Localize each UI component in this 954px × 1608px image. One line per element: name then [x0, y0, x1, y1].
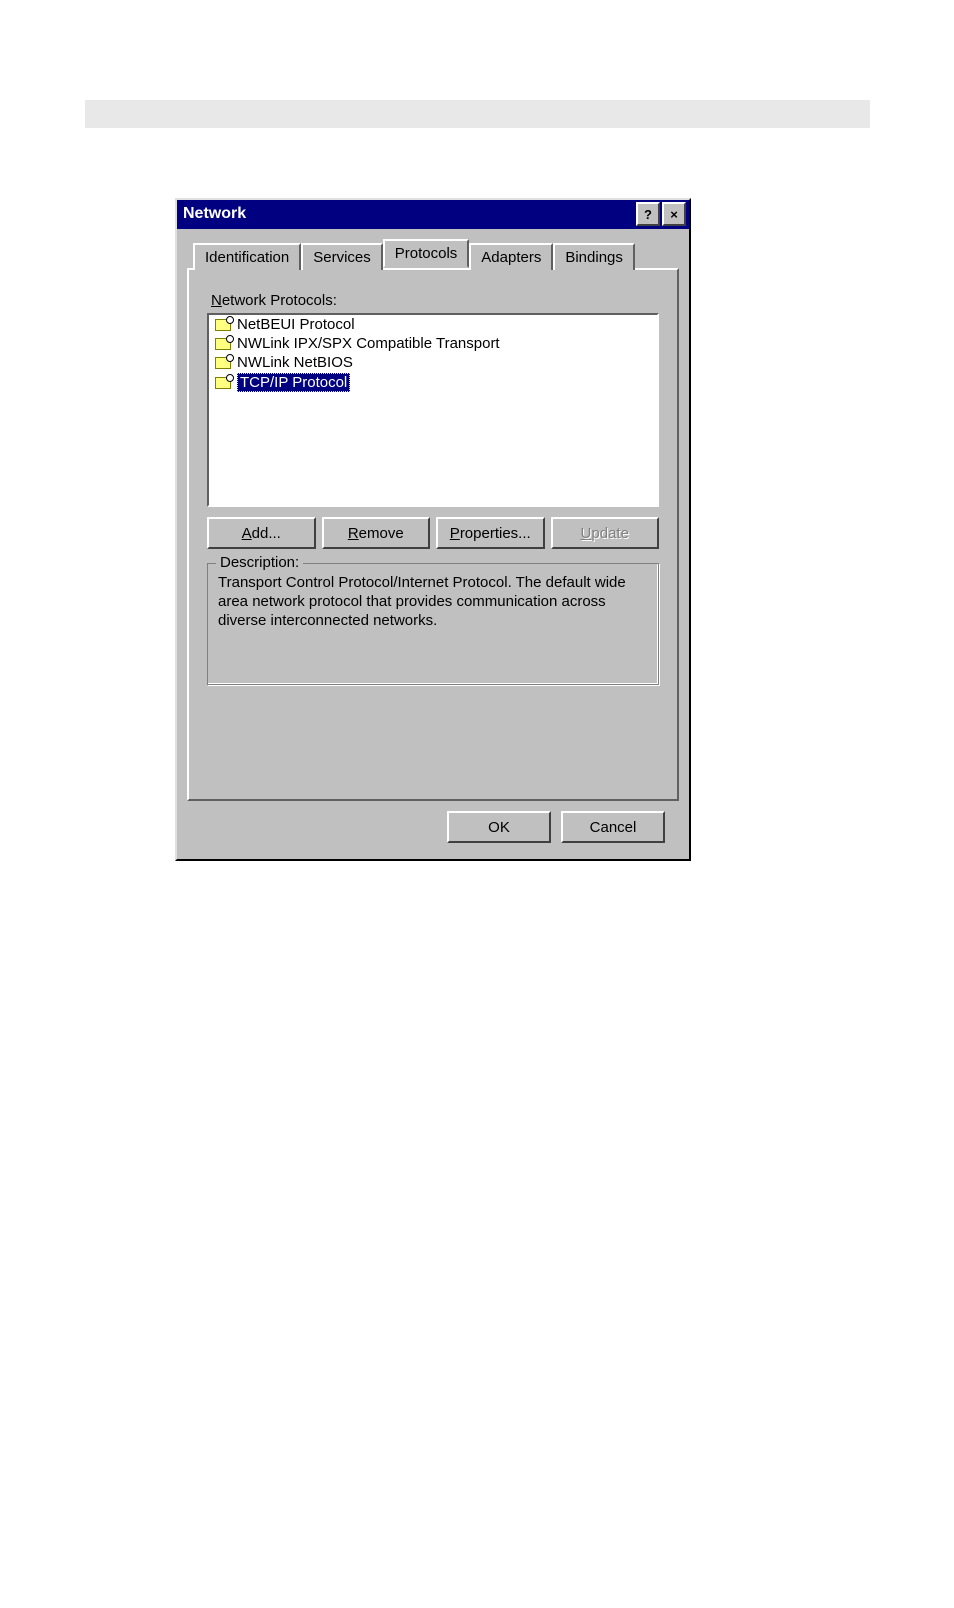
- add-button[interactable]: Add...: [207, 517, 316, 549]
- button-row: Add... Remove Properties... Update: [207, 517, 659, 549]
- close-button[interactable]: ×: [662, 202, 686, 226]
- cancel-button[interactable]: Cancel: [561, 811, 665, 843]
- description-caption: Description:: [216, 554, 303, 571]
- tab-identification[interactable]: Identification: [193, 243, 301, 270]
- page-header-bar: [85, 100, 870, 128]
- titlebar[interactable]: Network ? ×: [177, 200, 689, 229]
- protocol-icon: [213, 336, 233, 352]
- description-text: Transport Control Protocol/Internet Prot…: [218, 574, 648, 630]
- list-item-label: NWLink NetBIOS: [237, 354, 353, 371]
- tab-services[interactable]: Services: [301, 243, 383, 270]
- tabpanel-protocols: Network Protocols: NetBEUI Protocol NWLi…: [187, 268, 679, 801]
- properties-button[interactable]: Properties...: [436, 517, 545, 549]
- update-button: Update: [551, 517, 660, 549]
- dialog-buttons: OK Cancel: [187, 801, 679, 847]
- list-item[interactable]: TCP/IP Protocol: [209, 372, 657, 393]
- description-group: Description: Transport Control Protocol/…: [207, 563, 659, 685]
- list-item[interactable]: NetBEUI Protocol: [209, 315, 657, 334]
- ok-button[interactable]: OK: [447, 811, 551, 843]
- protocols-listbox[interactable]: NetBEUI Protocol NWLink IPX/SPX Compatib…: [207, 313, 659, 507]
- close-icon: ×: [670, 208, 678, 221]
- protocol-icon: [213, 317, 233, 333]
- titlebar-title: Network: [183, 205, 634, 223]
- tab-protocols[interactable]: Protocols: [383, 239, 470, 268]
- tab-adapters[interactable]: Adapters: [469, 243, 553, 270]
- list-item-label: TCP/IP Protocol: [237, 373, 350, 392]
- list-item[interactable]: NWLink NetBIOS: [209, 353, 657, 372]
- list-item[interactable]: NWLink IPX/SPX Compatible Transport: [209, 334, 657, 353]
- list-label: Network Protocols:: [211, 292, 659, 309]
- help-button[interactable]: ?: [636, 202, 660, 226]
- list-item-label: NetBEUI Protocol: [237, 316, 355, 333]
- tabstrip: Identification Services Protocols Adapte…: [187, 239, 679, 268]
- protocol-icon: [213, 355, 233, 371]
- help-icon: ?: [644, 208, 652, 221]
- remove-button[interactable]: Remove: [322, 517, 431, 549]
- protocol-icon: [213, 375, 233, 391]
- tab-bindings[interactable]: Bindings: [553, 243, 635, 270]
- list-item-label: NWLink IPX/SPX Compatible Transport: [237, 335, 500, 352]
- network-dialog: Network ? × Identification Services Prot…: [175, 198, 691, 861]
